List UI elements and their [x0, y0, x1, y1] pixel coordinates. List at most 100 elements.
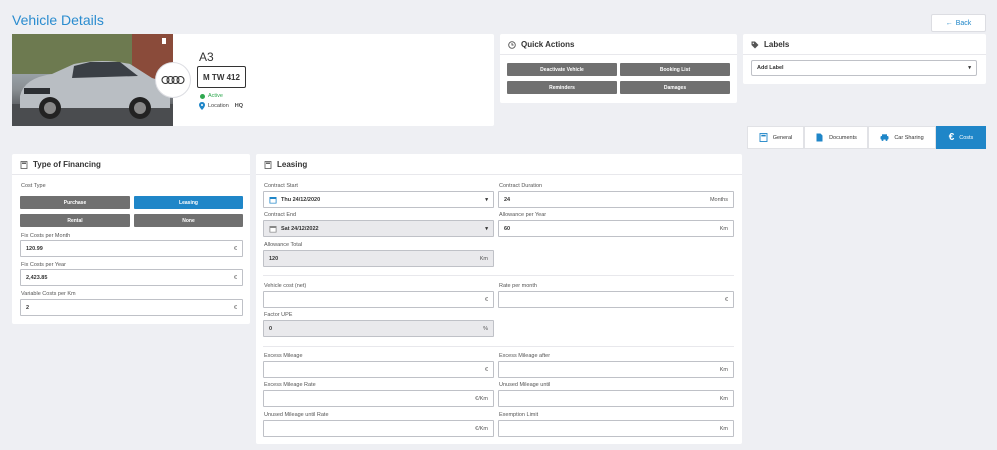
unused-until-label: Unused Mileage until: [499, 382, 551, 388]
leasing-option-button[interactable]: Leasing: [134, 196, 243, 209]
excess-after-input[interactable]: Km: [498, 361, 734, 378]
deactivate-vehicle-button[interactable]: Deactivate Vehicle: [507, 63, 617, 76]
car-sharing-icon: [880, 134, 889, 141]
caret-down-icon: ▾: [485, 225, 488, 232]
euro-per-km-unit: €/Km: [475, 425, 488, 432]
status-text: Active: [208, 93, 223, 99]
tab-car-sharing-label: Car Sharing: [894, 134, 924, 141]
location-row: Location HQ: [199, 102, 243, 110]
vehicle-photo: [12, 34, 173, 126]
clock-icon: [508, 40, 516, 49]
financing-header: Type of Financing: [20, 160, 101, 169]
calculator-icon: [264, 160, 272, 169]
excess-after-label: Excess Mileage after: [499, 353, 551, 359]
vehicle-cost-input[interactable]: €: [263, 291, 494, 308]
reminders-button[interactable]: Reminders: [507, 81, 617, 94]
fix-year-value: 2,423.85: [26, 274, 48, 281]
euro-unit: €: [484, 366, 488, 373]
labels-title: Labels: [764, 40, 790, 49]
tab-general-label: General: [772, 134, 793, 141]
allowance-year-label: Allowance per Year: [499, 212, 547, 218]
quick-actions-card: Quick Actions Deactivate Vehicle Booking…: [500, 34, 737, 103]
page-title: Vehicle Details: [12, 12, 104, 28]
euro-unit: €: [233, 245, 237, 252]
excess-mileage-input[interactable]: €: [263, 361, 494, 378]
caret-down-icon: ▾: [968, 65, 971, 71]
back-button-label: Back: [955, 19, 972, 27]
status-row: Active: [200, 93, 223, 99]
km-unit: Km: [479, 255, 488, 262]
calendar-icon: [269, 225, 277, 232]
excess-rate-input[interactable]: €/Km: [263, 390, 494, 407]
km-unit: Km: [719, 425, 728, 432]
factor-upe-value: 0: [269, 325, 273, 332]
percent-unit: %: [483, 325, 488, 332]
rate-month-input[interactable]: €: [498, 291, 734, 308]
location-pin-icon: [199, 102, 205, 110]
leasing-card: Leasing Contract Start Thu 24/12/2020 ▾ …: [256, 154, 742, 444]
contract-end-datepicker[interactable]: Sat 24/12/2022 ▾: [263, 220, 494, 237]
variable-cost-input[interactable]: 2 €: [20, 299, 243, 316]
excess-mileage-label: Excess Mileage: [264, 353, 303, 359]
euro-unit: €: [233, 304, 237, 311]
factor-upe-label: Factor UPE: [264, 312, 293, 318]
km-unit: Km: [719, 366, 728, 373]
booking-list-button[interactable]: Booking List: [620, 63, 730, 76]
euro-icon: €: [948, 132, 955, 143]
contract-start-datepicker[interactable]: Thu 24/12/2020 ▾: [263, 191, 494, 208]
fix-month-value: 120.99: [26, 245, 43, 252]
financing-title: Type of Financing: [33, 160, 101, 169]
add-label-select[interactable]: Add Label ▾: [751, 60, 977, 76]
audi-rings-icon: [155, 62, 191, 98]
tab-general[interactable]: General: [747, 126, 804, 149]
allowance-total-input: 120 Km: [263, 250, 494, 267]
contract-duration-label: Contract Duration: [499, 183, 543, 189]
unused-until-input[interactable]: Km: [498, 390, 734, 407]
km-unit: Km: [719, 225, 728, 232]
purchase-option-button[interactable]: Purchase: [20, 196, 130, 209]
allowance-total-label: Allowance Total: [264, 242, 303, 248]
tab-car-sharing[interactable]: Car Sharing: [868, 126, 936, 149]
fix-month-input[interactable]: 120.99 €: [20, 240, 243, 257]
euro-per-km-unit: €/Km: [475, 395, 488, 402]
leasing-title: Leasing: [277, 160, 308, 169]
allowance-year-value: 60: [504, 225, 511, 232]
km-unit: Km: [719, 395, 728, 402]
unused-rate-label: Unused Mileage until Rate: [264, 412, 329, 418]
months-unit: Months: [709, 196, 728, 203]
fix-month-label: Fix Costs per Month: [21, 233, 71, 239]
add-label-text: Add Label: [757, 65, 784, 71]
euro-unit: €: [724, 296, 728, 303]
contract-end-label: Contract End: [264, 212, 297, 218]
variable-cost-value: 2: [26, 304, 30, 311]
none-option-button[interactable]: None: [134, 214, 243, 227]
tab-costs[interactable]: € Costs: [936, 126, 986, 149]
tab-documents[interactable]: Documents: [804, 126, 868, 149]
allowance-year-input[interactable]: 60 Km: [498, 220, 734, 237]
location-value: HQ: [234, 103, 244, 109]
leasing-header: Leasing: [264, 160, 307, 169]
unused-rate-input[interactable]: €/Km: [263, 420, 494, 437]
labels-card: Labels Add Label ▾: [743, 34, 986, 84]
contract-duration-input[interactable]: 24 Months: [498, 191, 734, 208]
rental-option-button[interactable]: Rental: [20, 214, 130, 227]
arrow-left-icon: ←: [945, 19, 953, 27]
contract-start-value: Thu 24/12/2020: [281, 196, 321, 203]
exemption-limit-input[interactable]: Km: [498, 420, 734, 437]
quick-actions-header: Quick Actions: [508, 40, 575, 49]
euro-unit: €: [233, 274, 237, 281]
contract-start-label: Contract Start: [264, 183, 298, 189]
tab-documents-label: Documents: [829, 134, 857, 141]
excess-rate-label: Excess Mileage Rate: [264, 382, 316, 388]
license-plate: M TW 412: [197, 66, 246, 88]
euro-unit: €: [484, 296, 488, 303]
status-dot-icon: [200, 93, 205, 99]
fix-year-input[interactable]: 2,423.85 €: [20, 269, 243, 286]
quick-actions-title: Quick Actions: [521, 40, 575, 49]
damages-button[interactable]: Damages: [620, 81, 730, 94]
contract-duration-value: 24: [504, 196, 511, 203]
calculator-icon: [759, 133, 768, 142]
labels-header: Labels: [751, 40, 789, 49]
back-button[interactable]: ← Back: [931, 14, 986, 32]
tag-icon: [751, 41, 759, 48]
